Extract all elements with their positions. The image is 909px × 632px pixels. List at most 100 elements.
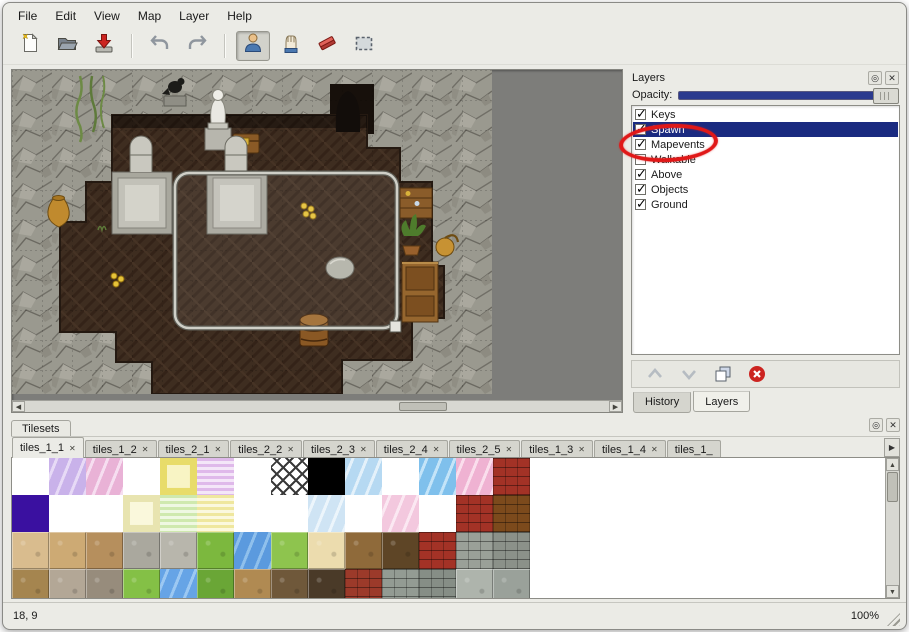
move-layer-up-button[interactable] [644, 364, 666, 384]
layer-row-ground[interactable]: Ground [633, 197, 898, 212]
tileset-tile[interactable] [456, 569, 493, 599]
tileset-tile[interactable] [160, 569, 197, 599]
tileset-tile[interactable] [493, 569, 530, 599]
layer-visibility-checkbox[interactable] [635, 184, 646, 195]
move-layer-down-button[interactable] [678, 364, 700, 384]
tileset-tile[interactable] [197, 458, 234, 495]
close-tab-icon[interactable]: ✕ [506, 445, 513, 454]
tileset-tab-tiles_1_2[interactable]: tiles_1_2✕ [85, 440, 157, 458]
tileset-vertical-scrollbar[interactable]: ▲ ▼ [885, 458, 899, 598]
tileset-tile[interactable] [419, 532, 456, 569]
tileset-tile[interactable] [12, 495, 49, 532]
close-tab-icon[interactable]: ✕ [360, 445, 367, 454]
brush-tool-button[interactable] [273, 31, 307, 61]
tileset-tile[interactable] [456, 458, 493, 495]
menu-edit[interactable]: Edit [46, 7, 85, 25]
tileset-tile[interactable] [123, 569, 160, 599]
tileset-tile[interactable] [197, 532, 234, 569]
float-panel-icon[interactable]: ◎ [868, 71, 882, 85]
tileset-tile[interactable] [456, 495, 493, 532]
save-button[interactable] [87, 31, 121, 61]
scrollbar-track[interactable] [886, 471, 899, 585]
tileset-tile[interactable] [271, 569, 308, 599]
tileset-tile[interactable] [123, 458, 160, 495]
tileset-tile[interactable] [49, 458, 86, 495]
scroll-right-icon[interactable]: ▶ [609, 401, 622, 412]
resize-grip-icon[interactable] [887, 613, 900, 626]
tab-layers[interactable]: Layers [693, 391, 750, 412]
tileset-tile[interactable] [12, 458, 49, 495]
close-panel-icon[interactable]: ✕ [886, 418, 900, 432]
scrollbar-thumb[interactable] [399, 402, 447, 411]
tileset-tile[interactable] [160, 495, 197, 532]
tileset-tab-tiles_1_3[interactable]: tiles_1_3✕ [521, 440, 593, 458]
tileset-tile[interactable] [234, 458, 271, 495]
tileset-tile[interactable] [382, 495, 419, 532]
stamp-tool-button[interactable] [236, 31, 270, 61]
tileset-view[interactable]: ▲ ▼ [11, 457, 900, 599]
tileset-tab-tiles_2_4[interactable]: tiles_2_4✕ [376, 440, 448, 458]
tileset-tile[interactable] [345, 495, 382, 532]
map-canvas[interactable] [12, 70, 492, 394]
float-panel-icon[interactable]: ◎ [869, 418, 883, 432]
tileset-tile[interactable] [308, 495, 345, 532]
close-tab-icon[interactable]: ✕ [651, 445, 658, 454]
tab-scroll-right-button[interactable]: ▶ [884, 438, 900, 457]
tileset-tile[interactable] [160, 532, 197, 569]
layer-row-mapevents[interactable]: Mapevents [633, 137, 898, 152]
tileset-tile[interactable] [86, 569, 123, 599]
tileset-tile[interactable] [197, 495, 234, 532]
scrollbar-track[interactable] [25, 401, 609, 412]
tileset-tile[interactable] [197, 569, 234, 599]
scroll-left-icon[interactable]: ◀ [12, 401, 25, 412]
tileset-tile[interactable] [345, 569, 382, 599]
tileset-tile[interactable] [123, 495, 160, 532]
close-tab-icon[interactable]: ✕ [433, 445, 440, 454]
opacity-slider-handle[interactable] [873, 88, 899, 104]
undo-button[interactable] [143, 31, 177, 61]
tileset-tile[interactable] [456, 532, 493, 569]
tileset-tab-tiles_2_2[interactable]: tiles_2_2✕ [230, 440, 302, 458]
scrollbar-thumb[interactable] [887, 472, 898, 502]
redo-button[interactable] [180, 31, 214, 61]
tileset-tile[interactable] [382, 569, 419, 599]
layer-row-above[interactable]: Above [633, 167, 898, 182]
menu-view[interactable]: View [85, 7, 129, 25]
tileset-tile[interactable] [160, 458, 197, 495]
duplicate-layer-button[interactable] [712, 364, 734, 384]
select-tool-button[interactable] [347, 31, 381, 61]
tileset-tile[interactable] [86, 458, 123, 495]
tileset-tile[interactable] [49, 569, 86, 599]
close-tab-icon[interactable]: ✕ [142, 445, 149, 454]
close-tab-icon[interactable]: ✕ [287, 445, 294, 454]
tileset-tile[interactable] [382, 458, 419, 495]
canvas-horizontal-scrollbar[interactable]: ◀ ▶ [12, 400, 622, 412]
menu-layer[interactable]: Layer [170, 7, 218, 25]
menu-file[interactable]: File [9, 7, 46, 25]
layer-visibility-checkbox[interactable] [635, 169, 646, 180]
tileset-tile[interactable] [234, 569, 271, 599]
tileset-tile[interactable] [382, 532, 419, 569]
layer-visibility-checkbox[interactable] [635, 124, 646, 135]
close-panel-icon[interactable]: ✕ [885, 71, 899, 85]
tileset-tile[interactable] [493, 458, 530, 495]
close-tab-icon[interactable]: ✕ [69, 444, 76, 453]
scroll-up-icon[interactable]: ▲ [886, 458, 899, 471]
tileset-tile[interactable] [271, 458, 308, 495]
layer-visibility-checkbox[interactable] [635, 199, 646, 210]
tileset-tab-tiles_1_4[interactable]: tiles_1_4✕ [594, 440, 666, 458]
tileset-tile[interactable] [49, 495, 86, 532]
tileset-tile[interactable] [234, 495, 271, 532]
tileset-tab-tiles_2_3[interactable]: tiles_2_3✕ [303, 440, 375, 458]
tileset-tile[interactable] [419, 495, 456, 532]
tileset-tile[interactable] [271, 532, 308, 569]
menu-map[interactable]: Map [129, 7, 170, 25]
tilesets-panel-title[interactable]: Tilesets [11, 420, 71, 436]
tileset-tile[interactable] [419, 569, 456, 599]
layer-row-spawn[interactable]: Spawn [633, 122, 898, 137]
close-tab-icon[interactable]: ✕ [215, 445, 222, 454]
opacity-slider[interactable] [678, 91, 899, 100]
layer-visibility-checkbox[interactable] [635, 109, 646, 120]
open-button[interactable] [50, 31, 84, 61]
layer-row-objects[interactable]: Objects [633, 182, 898, 197]
